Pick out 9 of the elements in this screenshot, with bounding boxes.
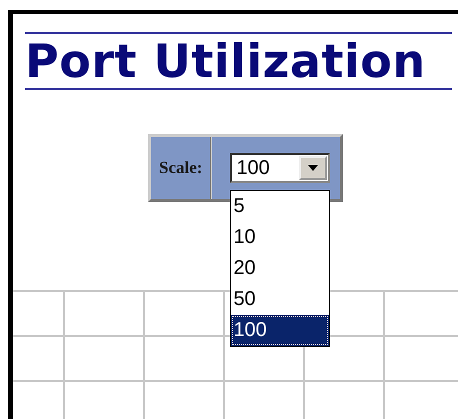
dropdown-option[interactable]: 100 xyxy=(231,315,330,346)
page-title: Port Utilization xyxy=(25,32,452,90)
scale-select[interactable]: 100 xyxy=(230,153,330,183)
caret-icon xyxy=(308,165,318,171)
dropdown-option[interactable]: 5 xyxy=(231,191,330,222)
dropdown-option[interactable]: 20 xyxy=(231,253,330,284)
dropdown-option[interactable]: 50 xyxy=(231,284,330,315)
scale-label: Scale: xyxy=(151,137,212,199)
dropdown-option[interactable]: 10 xyxy=(231,222,330,253)
